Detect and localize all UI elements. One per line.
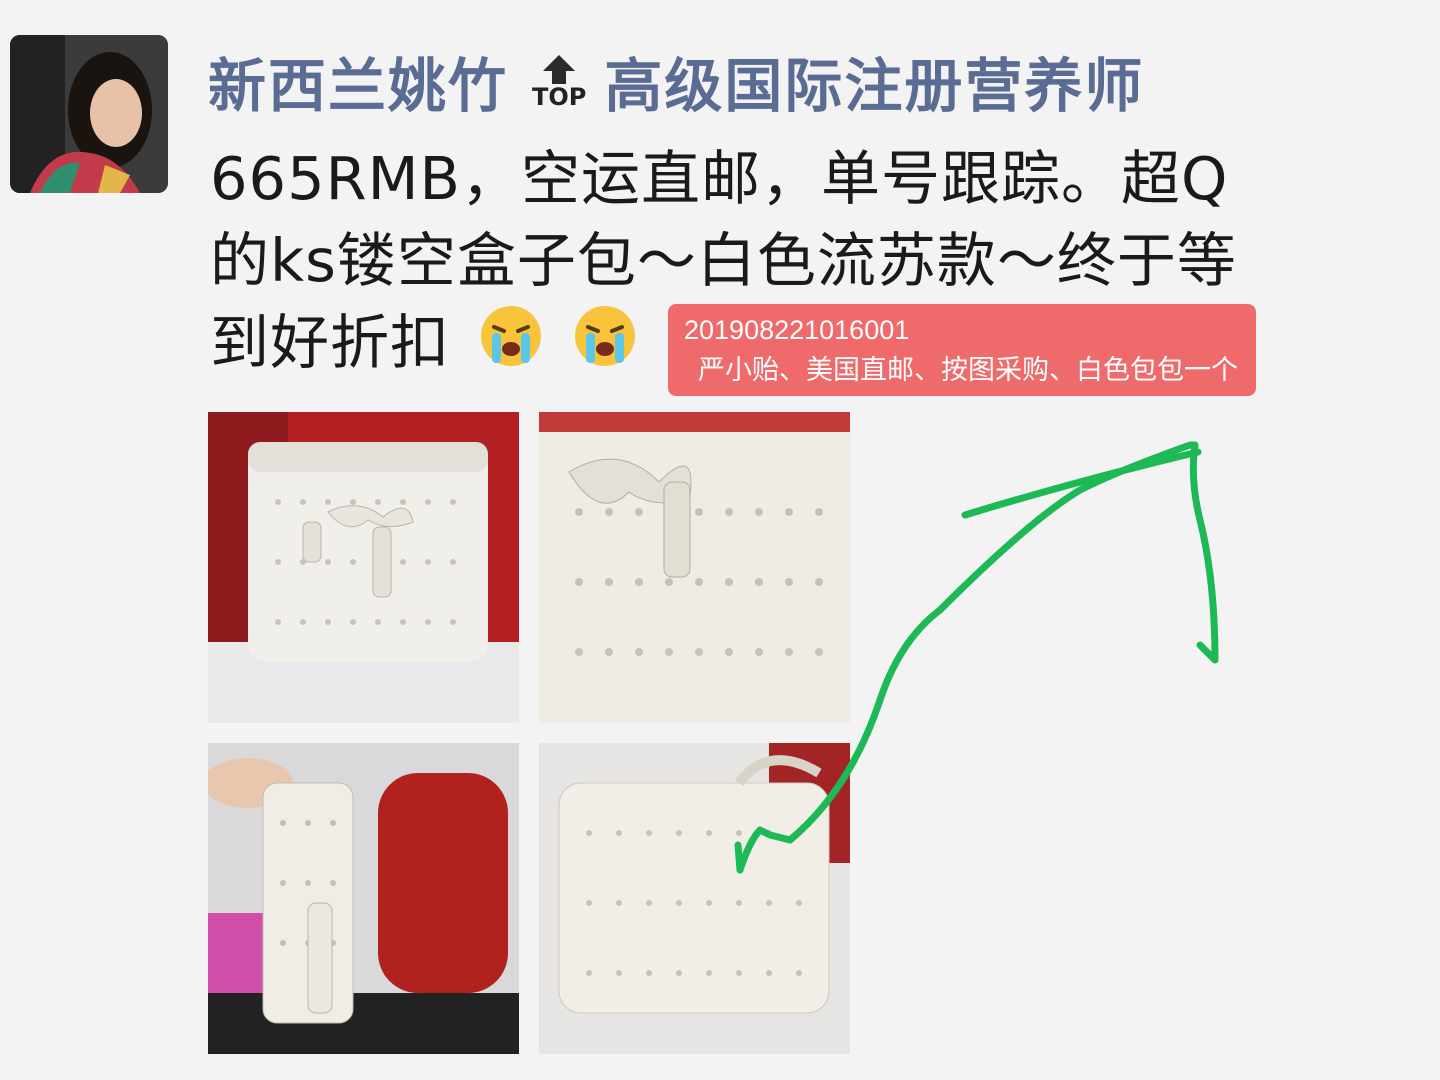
username-row: 新西兰姚竹 TOP 高级国际注册营养师 bbox=[208, 36, 1144, 126]
crying-face-icon bbox=[572, 303, 638, 390]
photo-white-bag-front[interactable] bbox=[208, 412, 519, 723]
order-note-sticker: 201908221016001 严小贻、美国直邮、按图采购、白色包包一个 bbox=[668, 304, 1256, 396]
photo-white-bag-side-held[interactable] bbox=[208, 743, 519, 1054]
up-arrow-icon bbox=[543, 55, 576, 84]
photo-white-bag-back[interactable] bbox=[539, 743, 850, 1054]
post-text-line: 665RMB，空运直邮，单号跟踪。超Q bbox=[210, 144, 1229, 213]
top-badge-label: TOP bbox=[532, 83, 587, 111]
moments-post: 新西兰姚竹 TOP 高级国际注册营养师 665RMB，空运直邮，单号跟踪。超Q … bbox=[0, 0, 1440, 1080]
post-text-line: 的ks镂空盒子包～白色流苏款～终于等 bbox=[210, 226, 1237, 295]
order-note: 严小贻、美国直邮、按图采购、白色包包一个 bbox=[698, 355, 1238, 385]
photo-white-bag-closeup[interactable] bbox=[539, 412, 850, 723]
author-name[interactable]: 新西兰姚竹 bbox=[208, 39, 508, 123]
avatar[interactable] bbox=[10, 35, 168, 193]
crying-face-icon bbox=[478, 303, 544, 390]
post-text-line-content: 到好折扣 bbox=[210, 308, 451, 377]
author-title: 高级国际注册营养师 bbox=[604, 52, 1145, 120]
order-id: 201908221016001 bbox=[684, 315, 910, 345]
top-badge: TOP bbox=[532, 53, 586, 109]
